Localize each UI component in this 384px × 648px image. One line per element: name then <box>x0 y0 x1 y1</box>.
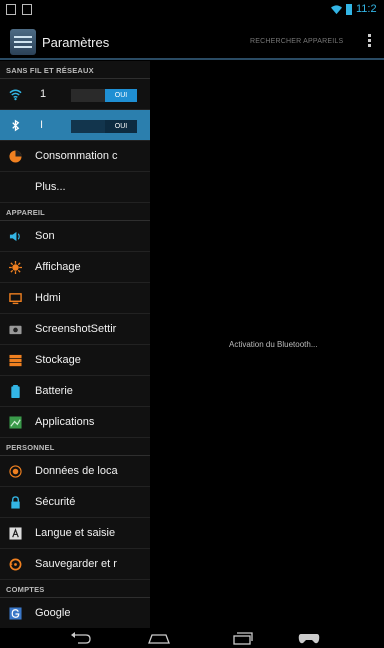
section-header-device: APPAREIL <box>0 203 150 221</box>
notification-icons <box>6 4 32 15</box>
section-header-accounts: COMPTES <box>0 580 150 598</box>
sidebar-item-label: Son <box>35 230 55 242</box>
battery-settings-icon <box>11 385 20 398</box>
monitor-icon <box>9 293 22 305</box>
wifi-toggle[interactable]: OUI <box>71 89 137 102</box>
settings-sidebar: SANS FIL ET RÉSEAUX 1 OUI I OUI Consomma… <box>0 61 150 628</box>
sidebar-item-sound[interactable]: Son <box>0 221 150 252</box>
gamepad-icon[interactable] <box>298 631 320 645</box>
sidebar-item-label: Sauvegarder et r <box>35 558 117 570</box>
status-bar: 11:2 <box>0 0 384 22</box>
action-bar: Paramètres RECHERCHER APPAREILS <box>0 22 384 60</box>
settings-app-icon[interactable] <box>10 29 36 55</box>
sidebar-item-hdmi[interactable]: Hdmi <box>0 283 150 314</box>
bluetooth-icon <box>12 119 20 132</box>
overflow-menu-icon[interactable] <box>368 34 372 49</box>
sidebar-item-google[interactable]: Google <box>0 598 150 628</box>
home-icon[interactable] <box>148 631 170 645</box>
sidebar-item-label: Google <box>35 607 71 619</box>
content-pane: Activation du Bluetooth... <box>150 61 384 628</box>
sidebar-item-label: 1 <box>40 88 47 100</box>
section-header-personal: PERSONNEL <box>0 438 150 456</box>
sidebar-item-location[interactable]: Données de loca <box>0 456 150 487</box>
sidebar-item-bluetooth[interactable]: I OUI <box>0 110 150 141</box>
brightness-icon <box>9 261 22 274</box>
sidebar-item-battery[interactable]: Batterie <box>0 376 150 407</box>
google-icon <box>9 607 22 620</box>
sidebar-item-label: Stockage <box>35 354 81 366</box>
sidebar-item-label: Applications <box>35 416 95 428</box>
sidebar-item-more[interactable]: Plus... <box>0 172 150 203</box>
storage-icon <box>9 354 22 367</box>
search-devices-button[interactable]: RECHERCHER APPAREILS <box>250 38 343 45</box>
bluetooth-toggle-state: OUI <box>105 120 137 133</box>
data-usage-icon <box>9 150 22 163</box>
wifi-toggle-state: OUI <box>105 89 137 102</box>
bluetooth-toggle[interactable]: OUI <box>71 120 137 133</box>
clock: 11:2 <box>356 3 377 15</box>
wifi-signal-icon <box>331 4 342 14</box>
sidebar-item-label: Sécurité <box>35 496 76 508</box>
sidebar-item-storage[interactable]: Stockage <box>0 345 150 376</box>
sidebar-item-label: Consommation c <box>35 150 118 162</box>
notification-image-icon <box>6 4 16 15</box>
section-header-wireless: SANS FIL ET RÉSEAUX <box>0 61 150 79</box>
navigation-bar <box>0 628 384 648</box>
page-title: Paramètres <box>42 35 110 50</box>
keyboard-letter-icon <box>9 527 22 540</box>
sidebar-item-label: Données de loca <box>35 465 118 477</box>
sidebar-item-data-usage[interactable]: Consommation c <box>0 141 150 172</box>
sidebar-item-label: ScreenshotSettir <box>35 323 117 335</box>
notification-mail-icon <box>22 4 32 15</box>
sidebar-item-label: Plus... <box>35 181 66 193</box>
battery-icon <box>346 3 352 15</box>
speaker-icon <box>9 231 20 242</box>
sidebar-item-apps[interactable]: Applications <box>0 407 150 438</box>
sidebar-item-screenshot[interactable]: ScreenshotSettir <box>0 314 150 345</box>
status-indicators: 11:2 <box>331 3 384 15</box>
location-icon <box>9 465 22 478</box>
sidebar-item-display[interactable]: Affichage <box>0 252 150 283</box>
sidebar-item-language[interactable]: Langue et saisie <box>0 518 150 549</box>
backup-icon <box>9 558 22 571</box>
sidebar-item-label: I <box>40 119 44 131</box>
sidebar-item-label: Langue et saisie <box>35 527 116 539</box>
sidebar-item-backup[interactable]: Sauvegarder et r <box>0 549 150 580</box>
back-icon[interactable] <box>70 631 92 645</box>
bluetooth-status-message: Activation du Bluetooth... <box>229 340 318 349</box>
lock-icon <box>11 496 20 509</box>
sidebar-item-wifi[interactable]: 1 OUI <box>0 79 150 110</box>
wifi-icon <box>9 89 22 101</box>
apps-icon <box>9 416 22 429</box>
camera-icon <box>9 325 22 335</box>
sidebar-item-security[interactable]: Sécurité <box>0 487 150 518</box>
sidebar-item-label: Hdmi <box>35 292 61 304</box>
sidebar-item-label: Batterie <box>35 385 73 397</box>
recent-apps-icon[interactable] <box>232 631 254 645</box>
sidebar-item-label: Affichage <box>35 261 81 273</box>
